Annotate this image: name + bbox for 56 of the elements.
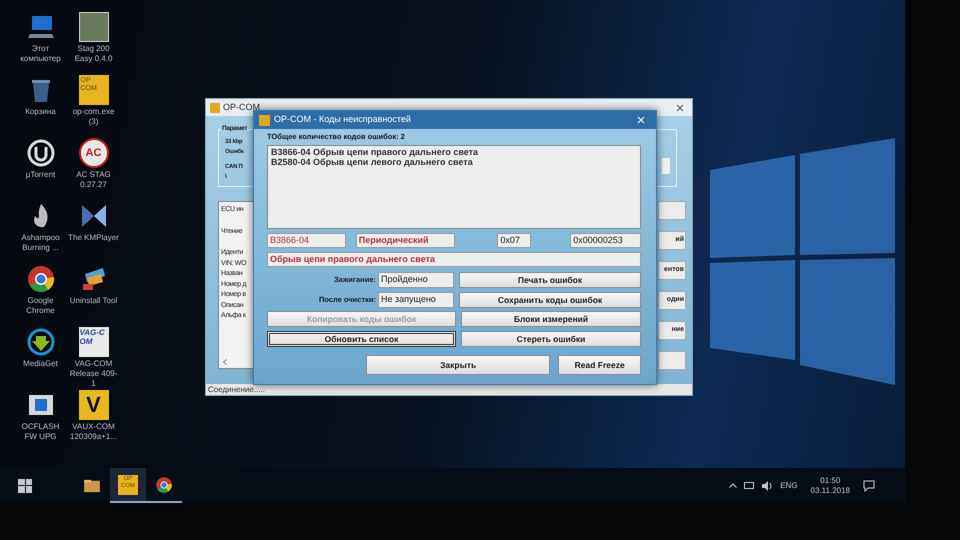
icon-label: The KMPlayer [68,233,120,243]
u-logo-icon [26,138,56,168]
browser-logo-icon [155,476,173,494]
icon-label: op-com.exe (3) [72,107,116,127]
button[interactable] [658,201,686,220]
app-icon [210,102,220,112]
button[interactable]: Стереть ошибки [461,331,641,347]
icon-label: Uninstall Tool [68,296,118,306]
icon-label: MediaGet [22,359,59,369]
windows-icon[interactable] [18,478,32,492]
logo-icon: VAG-COM [78,327,108,357]
icon-label: VAUX-COM 120309a+1... [69,422,118,442]
button[interactable]: Печать ошибок [459,272,641,288]
icon-label: Корзина [24,107,57,117]
app-icon [259,114,270,126]
clock-date[interactable]: 03.11.2018 [810,486,850,496]
value-field: 0x00000253 [570,233,641,248]
window-title: OP-COM [223,100,260,114]
chevron-up-icon[interactable] [729,483,738,488]
button[interactable]: Блоки измерений [461,311,641,327]
value-field: Не запущено [378,292,454,308]
logo-icon: V [78,390,108,420]
icon-label: Ashampoo Burning ... [20,233,61,253]
notification-icon[interactable] [863,480,875,492]
status-text: Соединение..... [208,386,265,394]
scroll-left-icon [223,359,227,365]
icon-label: OCFLASH FW UPG [20,422,60,442]
button[interactable] [658,351,686,370]
dialog-title: OP-COM - Коды неисправностей [274,113,411,126]
folder-icon [83,478,101,492]
icon-label: Stag 200 Easy 0.4.0 [74,44,114,64]
volume-icon[interactable] [761,480,774,490]
icon-label: VAG-COM Release 409-1 [68,359,118,389]
button[interactable]: Сохранить коды ошибок [459,292,641,308]
icon-label: Этот компьютер [19,44,62,64]
fault-list-item[interactable]: B3866-04 Обрыв цепи правого дальнего света [271,147,637,157]
close-button[interactable] [676,104,684,112]
description-field: Обрыв цепи правого дальнего света [267,252,641,267]
image-icon [78,12,108,42]
fault-list-item[interactable]: B2580-04 Обрыв цепи левого дальнего света [271,157,637,167]
fault-type-field: Периодический [356,233,456,248]
status-field: 0x07 [497,233,532,248]
battery-icon[interactable] [744,482,754,489]
button[interactable]: Обновить список [267,331,456,347]
language-indicator[interactable]: ENG [780,480,798,492]
small-field [662,158,670,174]
icon-label: AC STAG 0.27.27 [75,170,112,190]
value-field: Пройденно [378,272,454,288]
clock-time[interactable]: 01:50 [820,476,840,486]
icon-label: µTorrent [24,170,56,180]
button[interactable]: Закрыть [366,355,550,375]
icon-label: Google Chrome [25,296,56,316]
logo-icon: AC [78,138,108,168]
browser-logo-icon [26,264,56,294]
button[interactable]: Read Freeze [558,355,641,375]
code-field: B3866-04 [267,233,346,248]
